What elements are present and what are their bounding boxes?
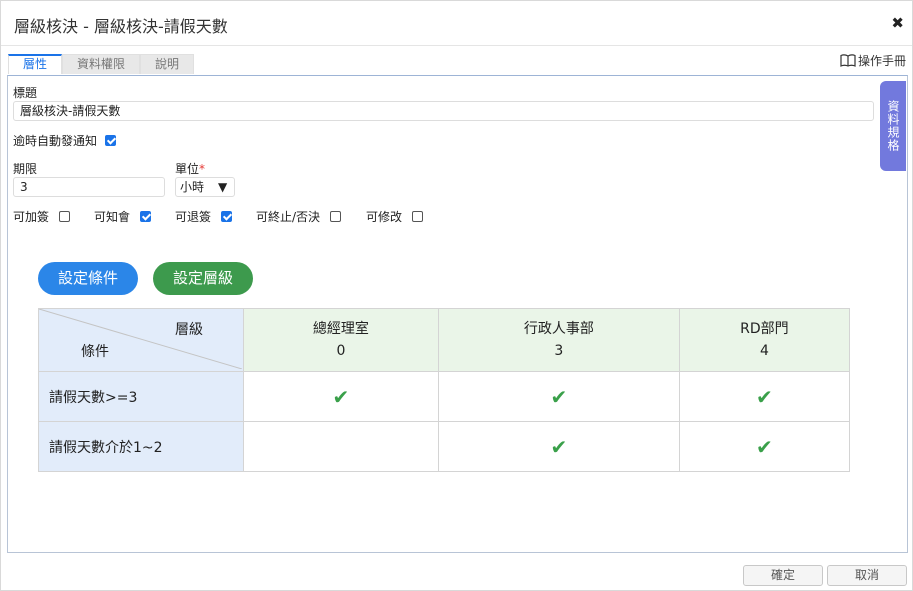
option-checkbox[interactable] (330, 211, 342, 222)
grid-column-header[interactable]: 行政人事部 3 (437, 308, 680, 372)
column-name: 總經理室 (312, 321, 369, 337)
ok-button[interactable]: 確定 (743, 565, 823, 586)
option-label: 可加簽 (13, 210, 50, 224)
corner-condition-label: 條件 (81, 344, 109, 360)
option-checkbox[interactable] (140, 211, 152, 222)
column-level: 0 (336, 343, 346, 359)
grid-header-row: 層級 條件 總經理室 0 行政人事部 3 RD部門 4 (38, 308, 851, 372)
grid-cell[interactable]: ✔ (243, 371, 439, 422)
check-icon: ✔ (550, 384, 568, 409)
auto-notify-checkbox[interactable] (105, 135, 117, 146)
set-level-button[interactable]: 設定層級 (153, 262, 253, 295)
tab-description[interactable]: 說明 (140, 54, 195, 74)
title-field[interactable]: 層級核決-請假天數 (13, 101, 874, 121)
option-checkbox[interactable] (221, 211, 233, 222)
level-condition-grid: 層級 條件 總經理室 0 行政人事部 3 RD部門 4 請假天數>=3 ✔ ✔ … (38, 308, 851, 472)
option-checkbox[interactable] (59, 211, 71, 222)
manual-link[interactable]: 操作手冊 (840, 52, 906, 69)
grid-row: 請假天數介於1~2 ✔ ✔ (38, 421, 851, 472)
book-icon (840, 54, 856, 67)
condition-cell[interactable]: 請假天數介於1~2 (38, 421, 244, 472)
option-label: 可修改 (366, 210, 403, 224)
side-tab-data-spec[interactable]: 資料規格 (880, 81, 906, 171)
required-marker: * (199, 162, 206, 176)
auto-notify-row: 逾時自動發通知 (13, 132, 117, 149)
set-condition-button[interactable]: 設定條件 (38, 262, 138, 295)
check-icon: ✔ (756, 434, 773, 459)
option-can-notify: 可知會 (94, 208, 152, 225)
grid-cell[interactable]: ✔ (437, 421, 680, 472)
close-icon[interactable]: ✖ (891, 14, 904, 32)
check-icon: ✔ (550, 434, 568, 459)
diagonal-divider (39, 309, 242, 369)
option-checkbox[interactable] (412, 211, 424, 222)
grid-cell[interactable] (243, 421, 439, 472)
title-bar: 層級核決 - 層級核決-請假天數 ✖ (1, 1, 912, 46)
grid-corner: 層級 條件 (38, 308, 244, 372)
grid-column-header[interactable]: RD部門 4 (678, 308, 851, 372)
dropdown-arrow-icon: ▼ (218, 180, 228, 194)
corner-level-label: 層級 (175, 322, 203, 338)
check-icon: ✔ (332, 384, 350, 409)
grid-column-header[interactable]: 總經理室 0 (243, 308, 439, 372)
option-label: 可終止/否決 (256, 210, 321, 224)
tab-bar: 層性 資料權限 說明 (8, 54, 195, 74)
check-icon: ✔ (756, 384, 773, 409)
option-label: 可知會 (94, 210, 131, 224)
option-can-add-sign: 可加簽 (13, 208, 71, 225)
tab-properties[interactable]: 層性 (8, 54, 63, 74)
manual-label: 操作手冊 (857, 54, 906, 68)
grid-cell[interactable]: ✔ (678, 371, 851, 422)
option-can-modify: 可修改 (366, 208, 424, 225)
grid-row: 請假天數>=3 ✔ ✔ ✔ (38, 371, 851, 422)
title-field-label: 標題 (13, 86, 38, 100)
option-label: 可退簽 (175, 210, 212, 224)
auto-notify-label: 逾時自動發通知 (13, 134, 98, 148)
column-level: 3 (554, 343, 564, 359)
unit-select[interactable]: 小時 ▼ (175, 177, 235, 197)
unit-label-group: 單位* (175, 160, 205, 177)
period-field[interactable]: 3 (13, 177, 165, 197)
tab-data-permissions[interactable]: 資料權限 (62, 54, 141, 74)
unit-value: 小時 (180, 180, 205, 194)
cancel-button[interactable]: 取消 (827, 565, 907, 586)
option-can-terminate: 可終止/否決 (256, 208, 342, 225)
column-name: 行政人事部 (523, 321, 594, 337)
dialog-title: 層級核決 - 層級核決-請假天數 (14, 17, 228, 36)
column-level: 4 (759, 343, 769, 359)
column-name: RD部門 (740, 321, 789, 337)
dialog: 層級核決 - 層級核決-請假天數 ✖ 層性 資料權限 說明 操作手冊 資料規格 … (0, 0, 913, 591)
grid-cell[interactable]: ✔ (678, 421, 851, 472)
period-label: 期限 (13, 162, 38, 176)
unit-label: 單位 (175, 162, 200, 176)
grid-cell[interactable]: ✔ (437, 371, 680, 422)
option-can-return: 可退簽 (175, 208, 233, 225)
condition-cell[interactable]: 請假天數>=3 (38, 371, 244, 422)
